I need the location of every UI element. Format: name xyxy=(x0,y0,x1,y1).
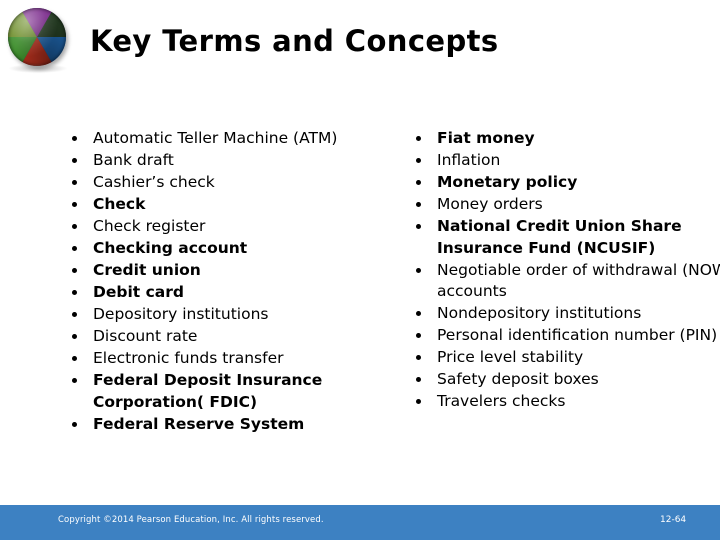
list-item-label: Price level stability xyxy=(437,348,584,366)
list-item: Federal Deposit Insurance Corporation( F… xyxy=(62,370,392,413)
bullet-icon xyxy=(416,180,421,185)
bullet-icon xyxy=(72,356,77,361)
list-item-label: Discount rate xyxy=(93,327,198,345)
bullet-icon xyxy=(72,421,77,427)
list-item-label: Inflation xyxy=(437,151,501,169)
logo-edge-ring xyxy=(8,8,66,66)
list-item-label: Automatic Teller Machine (ATM) xyxy=(93,129,338,147)
list-item-label: Electronic funds transfer xyxy=(93,349,284,367)
list-item: Federal Reserve System xyxy=(62,414,392,436)
list-item-label: Check xyxy=(93,195,146,213)
list-item-label: National Credit Union Share Insurance Fu… xyxy=(437,217,682,257)
key-terms-column-left: Automatic Teller Machine (ATM) Bank draft… xyxy=(62,128,392,436)
list-item: Monetary policy xyxy=(406,172,720,194)
list-item-label: Bank draft xyxy=(93,151,174,169)
pie-chart-sphere-logo xyxy=(8,8,66,66)
footer-copyright: Copyright ©2014 Pearson Education, Inc. … xyxy=(58,515,324,525)
list-item-label: Federal Reserve System xyxy=(93,414,305,433)
list-item: Check xyxy=(62,194,392,216)
bullet-icon xyxy=(72,136,77,141)
list-item: Nondepository institutions xyxy=(406,303,720,325)
list-item: Travelers checks xyxy=(406,391,720,413)
list-item: Money orders xyxy=(406,194,720,216)
list-item: Depository institutions xyxy=(62,304,392,326)
list-item: Inflation xyxy=(406,150,720,172)
key-terms-column-right: Fiat money Inflation Monetary policy Money … xyxy=(406,128,720,413)
bullet-icon xyxy=(72,180,77,185)
list-item-label: Personal identification number (PIN) xyxy=(437,326,718,344)
list-item-label: Check register xyxy=(93,217,206,235)
bullet-icon xyxy=(416,311,421,316)
list-item-label: Credit union xyxy=(93,261,201,279)
list-item-label: Nondepository institutions xyxy=(437,304,642,322)
list-item-label: Money orders xyxy=(437,195,543,213)
list-item: Bank draft xyxy=(62,150,392,172)
bullet-icon xyxy=(72,378,77,383)
bullet-icon xyxy=(416,377,421,382)
bullet-icon xyxy=(416,355,421,360)
bullet-icon xyxy=(416,333,421,338)
list-item-label: Fiat money xyxy=(437,129,535,147)
list-item: Electronic funds transfer xyxy=(62,348,392,370)
bullet-icon xyxy=(416,224,421,229)
list-item: Personal identification number (PIN) xyxy=(406,325,720,347)
list-item-label: Negotiable order of withdrawal (NOW) acc… xyxy=(437,260,720,301)
list-item-label: Monetary policy xyxy=(437,173,578,191)
logo-drop-shadow xyxy=(9,64,67,73)
bullet-icon xyxy=(72,268,77,273)
list-item-label: Depository institutions xyxy=(93,305,269,323)
list-item-label: Cashier’s check xyxy=(93,173,215,191)
bullet-icon xyxy=(72,334,77,339)
list-item: Price level stability xyxy=(406,347,720,369)
bullet-icon xyxy=(416,158,421,163)
bullet-icon xyxy=(72,202,77,207)
list-item: Negotiable order of withdrawal (NOW) acc… xyxy=(406,260,720,303)
bullet-icon xyxy=(416,399,421,404)
list-item: Debit card xyxy=(62,282,392,304)
bullet-icon xyxy=(72,224,77,229)
page-title: Key Terms and Concepts xyxy=(90,24,499,58)
list-item: Credit union xyxy=(62,260,392,282)
list-item: Discount rate xyxy=(62,326,392,348)
bullet-icon xyxy=(72,158,77,163)
bullet-icon xyxy=(416,202,421,207)
footer-page-number: 12-64 xyxy=(660,515,687,525)
bullet-icon xyxy=(416,267,421,273)
list-item-label: Safety deposit boxes xyxy=(437,370,599,388)
list-item: National Credit Union Share Insurance Fu… xyxy=(406,216,720,259)
bullet-icon xyxy=(72,246,77,251)
list-item: Cashier’s check xyxy=(62,172,392,194)
bullet-icon xyxy=(416,136,421,141)
slide-logo xyxy=(6,4,74,76)
bullet-icon xyxy=(72,290,77,295)
list-item: Check register xyxy=(62,216,392,238)
list-item: Checking account xyxy=(62,238,392,260)
list-item: Fiat money xyxy=(406,128,720,150)
list-item-label: Checking account xyxy=(93,239,248,257)
list-item: Automatic Teller Machine (ATM) xyxy=(62,128,392,150)
list-item: Safety deposit boxes xyxy=(406,369,720,391)
bullet-icon xyxy=(72,312,77,317)
list-item-label: Travelers checks xyxy=(437,392,566,410)
list-item-label: Debit card xyxy=(93,283,184,301)
list-item-label: Federal Deposit Insurance Corporation( F… xyxy=(93,371,323,411)
